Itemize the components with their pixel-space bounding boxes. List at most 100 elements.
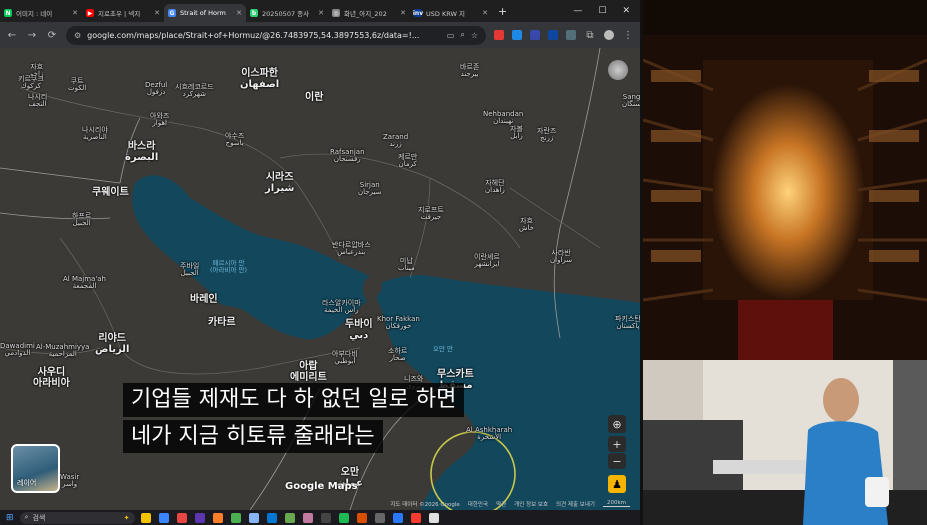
cast-icon[interactable]: ▭ [447, 31, 455, 40]
browser-tab[interactable]: ◎ 화년_아지_202 ✕ [328, 4, 410, 22]
map-place-label[interactable]: 주바일 الجبيل [180, 262, 199, 278]
profile-avatar[interactable] [604, 30, 614, 40]
zoom-icon[interactable]: ⌕ [460, 30, 464, 40]
map-place-label[interactable]: 자란즈 زرنج [537, 127, 556, 143]
site-info-icon[interactable]: ⚙ [74, 31, 81, 40]
map-place-label[interactable]: 바스라 البصرة [125, 141, 158, 163]
new-tab-icon[interactable]: + [498, 5, 507, 18]
map-place-label[interactable]: 쿠웨이트 [92, 187, 129, 199]
map-place-label[interactable]: 케르만 كرمان [398, 153, 417, 169]
map-place-label[interactable]: 자흐 خاش [519, 217, 534, 233]
back-icon[interactable]: ← [6, 30, 18, 41]
map-place-label[interactable]: 사우디 아라비아 [33, 367, 70, 389]
map-place-label[interactable]: 야수즈 ياسوج [225, 132, 244, 148]
zoom-out-button[interactable]: − [608, 453, 626, 469]
map-place-label[interactable]: 자볼 زابل [510, 125, 523, 141]
map-place-label[interactable]: Dezful دزفول [145, 81, 167, 97]
tab-close-icon[interactable]: ✕ [236, 9, 242, 17]
footer-item[interactable]: 약관 [496, 500, 506, 508]
tab-close-icon[interactable]: ✕ [482, 9, 488, 17]
map-place-label[interactable]: 반다르압바스 بندرعباس [332, 241, 371, 257]
windows-start-icon[interactable]: ⊞ [6, 513, 14, 523]
map-place-label[interactable]: 이란셰르 ايرانشهر [474, 253, 500, 269]
map-place-label[interactable]: 리야드 الرياض [95, 333, 129, 355]
map-place-label[interactable]: Zarand زرند [383, 133, 408, 149]
map-place-label[interactable]: 이란 [305, 92, 323, 104]
taskbar-search[interactable]: ⌕ 검색 ✦ [19, 511, 135, 524]
taskbar-app-icon[interactable] [230, 512, 241, 523]
browser-tab[interactable]: b 20250507 종사 ✕ [246, 4, 328, 22]
extension-icon[interactable] [530, 30, 540, 40]
map-place-label[interactable]: 아와즈 اهواز [150, 112, 169, 128]
map-place-label[interactable]: 아부다비 أبوظبي [332, 350, 358, 366]
map-place-label[interactable]: 시흐레코르드 شهرکرد [175, 83, 214, 99]
taskbar-app-icon[interactable] [356, 512, 367, 523]
close-window-icon[interactable]: ✕ [622, 6, 630, 16]
footer-item[interactable]: 의견 제출 보내기 [556, 500, 595, 508]
map-place-label[interactable]: 소하르 صحار [388, 347, 407, 363]
map-place-label[interactable]: Rafsanjan رفسنجان [330, 148, 365, 164]
extension-icon[interactable] [512, 30, 522, 40]
map-place-label[interactable]: Al-Muzahmiyya المزاحمية [36, 343, 89, 359]
map-place-label[interactable]: 키르쿠크 كركوك [18, 75, 44, 91]
tab-close-icon[interactable]: ✕ [400, 9, 406, 17]
taskbar-app-icon[interactable] [284, 512, 295, 523]
map-place-label[interactable]: Al Ashkharah الأشخرة [466, 426, 512, 442]
taskbar-app-icon[interactable] [320, 512, 331, 523]
map-place-label[interactable]: 아랍 에미리트 [290, 361, 327, 383]
taskbar-app-icon[interactable] [176, 512, 187, 523]
map-place-label[interactable]: 쿠트 الكوت [68, 77, 86, 93]
tab-close-icon[interactable]: ✕ [72, 9, 78, 17]
taskbar-app-icon[interactable] [428, 512, 439, 523]
map-place-label[interactable]: 나시리야 الناصرية [82, 126, 108, 142]
minimize-icon[interactable]: — [573, 6, 582, 16]
extension-icon[interactable] [494, 30, 504, 40]
map-place-label[interactable]: 카타르 [208, 317, 236, 329]
taskbar-app-icon[interactable] [158, 512, 169, 523]
taskbar-app-icon[interactable] [410, 512, 421, 523]
map-place-label[interactable]: 바르존 بيرجند [460, 63, 479, 79]
map-place-label[interactable]: 두바이 دبي [345, 319, 373, 341]
map-place-label[interactable]: Sang سنگان [622, 93, 640, 109]
reload-icon[interactable]: ⟳ [46, 30, 58, 41]
forward-icon[interactable]: → [26, 30, 38, 41]
footer-item[interactable]: 개인 정보 보호 [514, 500, 548, 508]
puzzle-icon[interactable]: ⧉ [584, 30, 596, 41]
taskbar-app-icon[interactable] [248, 512, 259, 523]
footer-item[interactable]: 대한민국 [468, 500, 488, 508]
taskbar-app-icon[interactable] [140, 512, 151, 523]
map-place-label[interactable]: 사라반 سراوان [550, 249, 572, 265]
map-place-label[interactable]: 바레인 [190, 294, 218, 306]
map-place-label[interactable]: 하프르 الجبيل [72, 212, 91, 228]
tab-close-icon[interactable]: ✕ [318, 9, 324, 17]
scale-bar[interactable]: 200km [602, 500, 630, 507]
account-avatar[interactable] [608, 60, 628, 80]
taskbar-app-icon[interactable] [194, 512, 205, 523]
bookmark-star-icon[interactable]: ☆ [471, 31, 478, 40]
browser-tab[interactable]: inv USD KRW 지 ✕ [410, 4, 492, 22]
map-place-label[interactable]: 페르시아 만 (아라비아 만) [210, 260, 247, 274]
map-place-label[interactable]: 자헤단 زاهدان [485, 179, 505, 195]
taskbar-app-icon[interactable] [266, 512, 277, 523]
browser-tab[interactable]: G Strait of Horm ✕ [164, 4, 246, 22]
map-place-label[interactable]: 지로프트 جيرفت [418, 206, 444, 222]
map-place-label[interactable]: Al Majma'ah المجمعة [63, 275, 106, 291]
layers-button[interactable]: 레이어 [11, 444, 60, 493]
map-place-label[interactable]: 오만 만 [433, 346, 453, 353]
maximize-icon[interactable]: ☐ [598, 6, 606, 16]
pegman-icon[interactable]: ♟ [608, 475, 626, 493]
address-bar[interactable]: ⚙ google.com/maps/place/Strait+of+Hormuz… [66, 25, 486, 45]
taskbar-app-icon[interactable] [302, 512, 313, 523]
taskbar-app-icon[interactable] [374, 512, 385, 523]
map-place-label[interactable]: Wasir واسر [60, 473, 79, 489]
extension-icon[interactable] [566, 30, 576, 40]
map-place-label[interactable]: 라스알카이마 رأس الخيمة [322, 299, 361, 315]
taskbar-app-icon[interactable] [338, 512, 349, 523]
menu-icon[interactable]: ⋮ [622, 30, 634, 41]
map-place-label[interactable]: 파키스탄 پاکستان [615, 315, 640, 331]
map-place-label[interactable]: Dawadimi الدوادمي [0, 342, 35, 358]
map-place-label[interactable]: 시라즈 شيراز [265, 172, 294, 194]
map-place-label[interactable]: Khor Fakkan خورفكان [377, 315, 420, 331]
map-place-label[interactable]: 나시리 النجف [28, 93, 47, 109]
extension-icon[interactable] [548, 30, 558, 40]
